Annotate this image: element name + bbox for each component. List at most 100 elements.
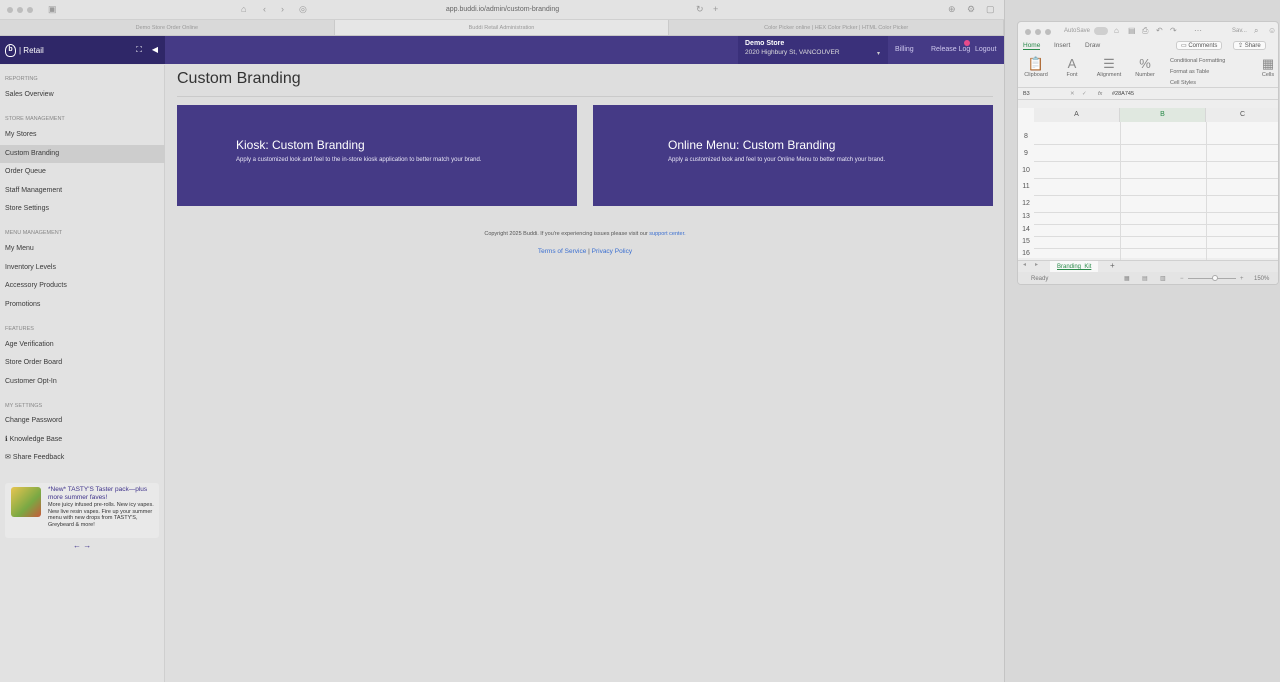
sidebar-item-promotions[interactable]: Promotions [0, 296, 165, 314]
sheet-grid[interactable]: A B C 8 9 10 11 12 13 14 15 16 [1018, 108, 1278, 261]
support-center-link[interactable]: support center. [649, 231, 685, 237]
back-icon[interactable]: ‹ [263, 4, 266, 14]
zoom-window-dot[interactable] [27, 6, 33, 13]
sidebar-item-sales-overview[interactable]: Sales Overview [0, 86, 165, 104]
name-box[interactable]: B3 [1023, 91, 1030, 97]
page-layout-icon[interactable]: ▤ [1142, 272, 1148, 284]
sidebar-item-inventory-levels[interactable]: Inventory Levels [0, 259, 165, 277]
sidebar-item-staff-management[interactable]: Staff Management [0, 182, 165, 200]
close-window-dot[interactable] [1025, 28, 1031, 35]
add-sheet-button[interactable]: + [1110, 261, 1115, 270]
zoom-window-dot[interactable] [1045, 28, 1051, 35]
format-as-table-button[interactable]: Format as Table [1170, 67, 1225, 78]
online-menu-branding-card[interactable]: Online Menu: Custom Branding Apply a cus… [593, 105, 993, 206]
sidebar-item-store-order-board[interactable]: Store Order Board [0, 354, 165, 372]
sidebar-item-change-password[interactable]: Change Password [0, 412, 165, 430]
row-header[interactable]: 11 [1018, 179, 1034, 194]
font-group[interactable]: A Font [1060, 56, 1084, 78]
excel-window-controls[interactable] [1025, 28, 1051, 35]
kiosk-branding-card[interactable]: Kiosk: Custom Branding Apply a customize… [177, 105, 577, 206]
undo-icon[interactable]: ↶ [1156, 26, 1163, 35]
share-button[interactable]: ⇪ Share [1233, 41, 1266, 50]
close-window-dot[interactable] [7, 6, 13, 13]
autosave-toggle[interactable] [1094, 27, 1108, 35]
sidebar-item-order-queue[interactable]: Order Queue [0, 163, 165, 181]
browser-tab[interactable]: Color Picker online | HEX Color Picker |… [669, 20, 1005, 35]
arrow-right-icon[interactable]: → [83, 541, 91, 550]
more-icon[interactable]: ⋯ [1194, 26, 1202, 35]
normal-view-icon[interactable]: ▦ [1124, 272, 1130, 284]
zoom-in-icon[interactable]: + [1240, 272, 1244, 284]
page-break-icon[interactable]: ▥ [1160, 272, 1166, 284]
minimize-window-dot[interactable] [17, 6, 23, 13]
sidebar-item-store-settings[interactable]: Store Settings [0, 200, 165, 218]
zoom-slider-handle[interactable] [1212, 275, 1218, 281]
settings-gear-icon[interactable]: ⚙ [967, 4, 975, 15]
zoom-level[interactable]: 150% [1254, 272, 1269, 284]
home-icon[interactable]: ⌂ [241, 4, 246, 14]
tab-draw[interactable]: Draw [1085, 42, 1100, 49]
tab-home[interactable]: Home [1023, 42, 1041, 50]
row-header[interactable]: 9 [1018, 146, 1034, 161]
zoom-out-icon[interactable]: − [1180, 272, 1184, 284]
clipboard-group[interactable]: 📋 Clipboard [1022, 56, 1050, 78]
tab-overview-icon[interactable]: ▢ [986, 4, 995, 15]
release-log-link[interactable]: Release Log [931, 46, 970, 53]
sidebar-item-my-menu[interactable]: My Menu [0, 240, 165, 258]
sidebar-item-label: Knowledge Base [9, 436, 63, 443]
sidebar-item-accessory-products[interactable]: Accessory Products [0, 277, 165, 295]
reload-icon[interactable]: ↻ [696, 4, 704, 15]
home-icon[interactable]: ⌂ [1114, 26, 1119, 35]
tab-insert[interactable]: Insert [1054, 42, 1070, 49]
group-label: Number [1135, 72, 1155, 78]
cells-icon: ▦ [1261, 56, 1275, 71]
sidebar-item-age-verification[interactable]: Age Verification [0, 336, 165, 354]
row-header[interactable]: 16 [1018, 246, 1034, 261]
confirm-icon[interactable]: ✓ [1082, 91, 1087, 97]
conditional-formatting-button[interactable]: Conditional Formatting [1170, 56, 1225, 67]
prev-sheet-icon[interactable]: ◂ [1023, 261, 1026, 268]
formula-input[interactable]: #28A745 [1112, 91, 1134, 97]
address-bar[interactable]: app.buddi.io/admin/custom-branding [310, 3, 695, 16]
smiley-icon[interactable]: ☺ [1268, 26, 1276, 35]
row-header[interactable]: 10 [1018, 163, 1034, 178]
extensions-icon[interactable]: ⊕ [948, 4, 956, 15]
comments-button[interactable]: ▭ Comments [1176, 41, 1223, 50]
number-group[interactable]: % Number [1130, 56, 1160, 78]
promo-title[interactable]: *New* TASTY'S Taster pack—plus more summ… [48, 486, 156, 501]
column-header-b[interactable]: B [1120, 108, 1206, 122]
window-controls[interactable] [7, 6, 33, 13]
sidebar-toggle-icon[interactable]: ▣ [48, 4, 57, 15]
save-icon[interactable]: ▤ [1128, 26, 1136, 35]
column-header-c[interactable]: C [1206, 108, 1278, 122]
browser-tab-active[interactable]: Buddi Retail Administration [334, 20, 670, 35]
cancel-icon[interactable]: ✕ [1070, 91, 1075, 97]
sidebar-item-knowledge-base[interactable]: ℹ Knowledge Base [0, 431, 165, 449]
privacy-link[interactable]: Privacy Policy [592, 248, 632, 255]
cells-group[interactable]: ▦ Cells [1258, 56, 1278, 78]
redo-icon[interactable]: ↷ [1170, 26, 1177, 35]
sidebar-item-my-stores[interactable]: My Stores [0, 126, 165, 144]
browser-tab[interactable]: Demo Store Order Online [0, 20, 335, 35]
collapse-sidebar-icon[interactable]: ◀ [152, 45, 158, 55]
column-header-a[interactable]: A [1034, 108, 1120, 122]
new-tab-icon[interactable]: + [713, 4, 718, 14]
sidebar-item-share-feedback[interactable]: ✉ Share Feedback [0, 449, 165, 467]
sidebar-item-custom-branding[interactable]: Custom Branding [0, 145, 165, 163]
promo-card[interactable]: *New* TASTY'S Taster pack—plus more summ… [5, 483, 159, 538]
minimize-window-dot[interactable] [1035, 28, 1041, 35]
billing-link[interactable]: Billing [895, 46, 914, 53]
terms-link[interactable]: Terms of Service [538, 248, 586, 255]
site-settings-icon[interactable]: ◎ [299, 4, 307, 15]
logout-link[interactable]: Logout [975, 46, 996, 53]
sidebar-item-customer-opt-in[interactable]: Customer Opt-In [0, 373, 165, 391]
next-sheet-icon[interactable]: ▸ [1035, 261, 1038, 268]
alignment-group[interactable]: ☰ Alignment [1092, 56, 1126, 78]
arrow-left-icon[interactable]: ← [73, 541, 81, 550]
forward-icon[interactable]: › [281, 4, 284, 14]
print-icon[interactable]: ⎙ [1142, 26, 1148, 36]
row-header[interactable]: 8 [1018, 129, 1034, 144]
search-icon[interactable]: ⌕ [1254, 26, 1258, 36]
fullscreen-icon[interactable]: ⛶ [136, 45, 142, 55]
store-selector[interactable]: Demo Store 2020 Highbury St, VANCOUVER ▾ [738, 36, 888, 64]
